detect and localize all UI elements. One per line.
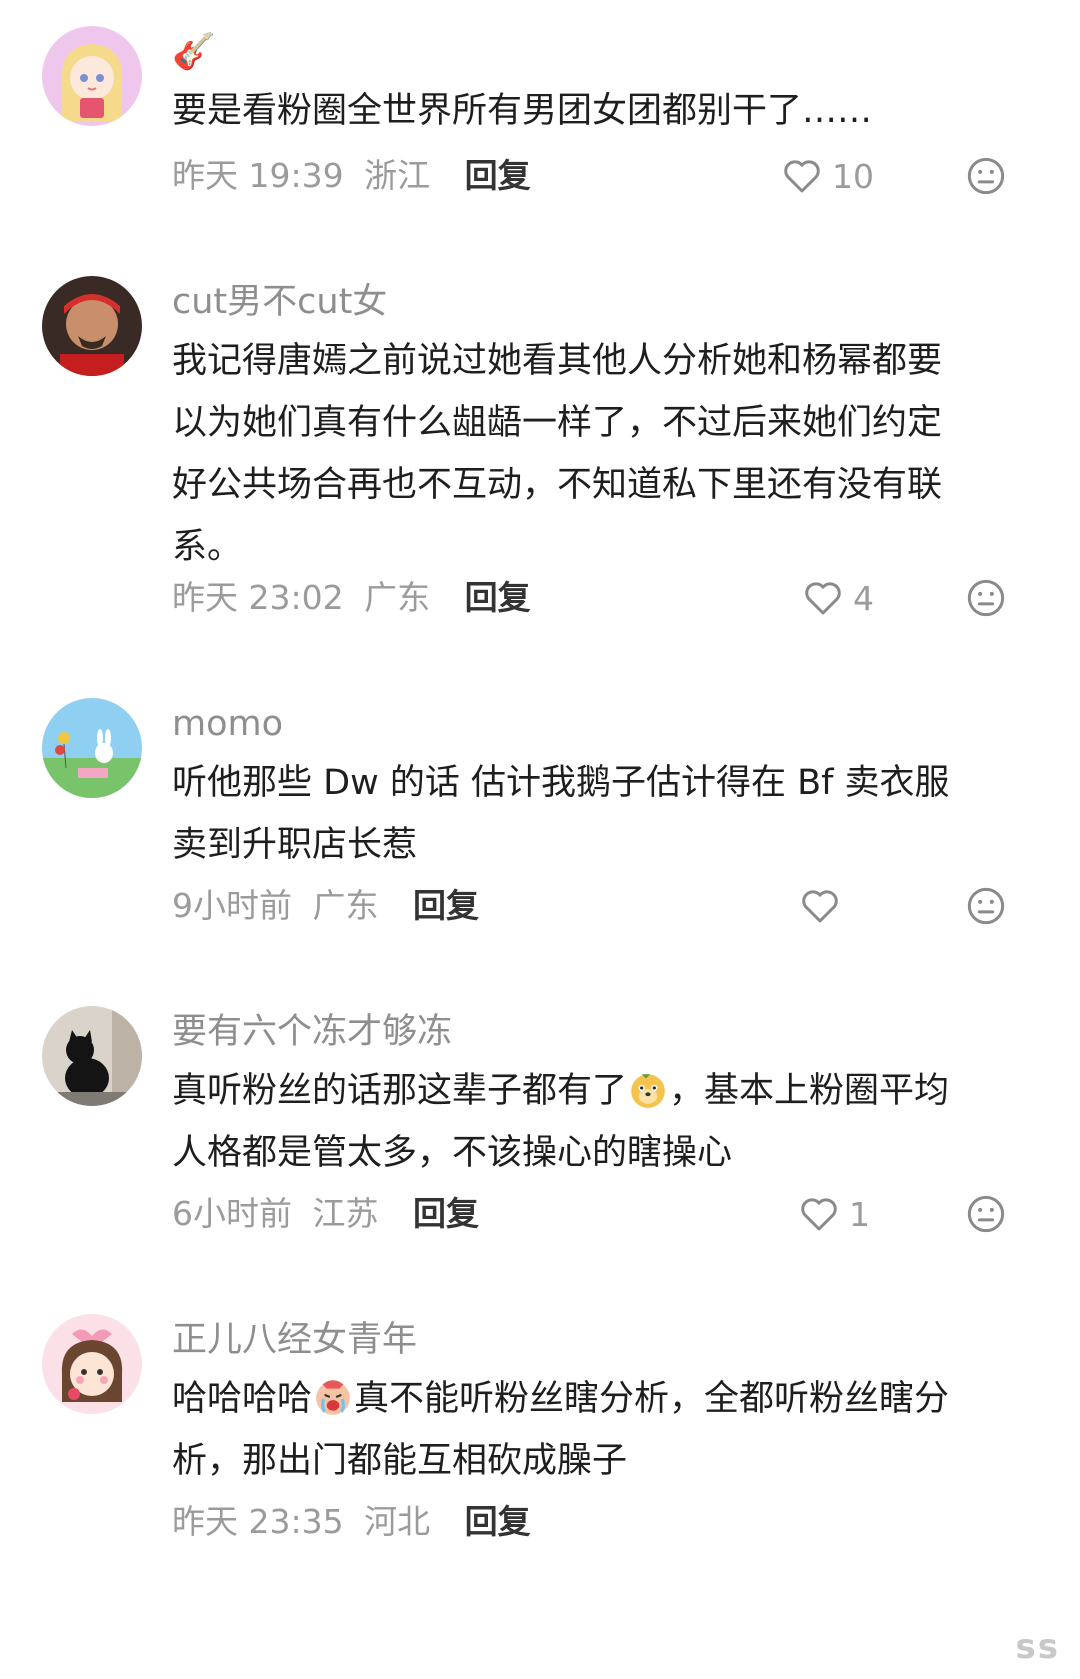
comment-line: 哈哈哈哈 真不能听粉丝瞎分析，全都听粉丝瞎分 <box>172 1368 1042 1430</box>
comment-line: 好公共场合再也不互动，不知道私下里还有没有联 <box>172 465 943 505</box>
comment-text: 真听粉丝的话那这辈子都有了 ，基本上粉圈平均 人格都是管太多，不该操心的瞎操心 <box>172 1060 1042 1184</box>
location: 广东 <box>312 886 379 925</box>
reply-button[interactable]: 回复 <box>413 1194 479 1233</box>
dislike-button[interactable] <box>966 576 1010 620</box>
watermark: ss <box>1015 1627 1060 1667</box>
timestamp: 昨天 19:39 <box>172 156 344 195</box>
like-count: 10 <box>832 156 874 196</box>
comment-text-part: 哈哈哈哈 <box>172 1379 313 1419</box>
comment-line: 以为她们真有什么龃龉一样了，不过后来她们约定 <box>172 403 943 443</box>
comment-text: 听他那些 Dw 的话 估计我鹅子估计得在 Bf 卖衣服 卖到升职店长惹 <box>172 752 1042 876</box>
location: 河北 <box>364 1502 431 1541</box>
comment-line: 人格都是管太多，不该操心的瞎操心 <box>172 1133 733 1173</box>
comment-text-part: 真听粉丝的话那这辈子都有了 <box>172 1071 628 1111</box>
location: 广东 <box>364 578 431 617</box>
like-count: 1 <box>849 1194 870 1234</box>
like-button[interactable]: 1 <box>799 1192 870 1236</box>
comment-line: 听他那些 Dw 的话 估计我鹅子估计得在 Bf 卖衣服 <box>172 763 950 803</box>
like-button[interactable]: 10 <box>782 154 874 198</box>
username[interactable]: cut男不cut女 <box>172 280 387 324</box>
avatar[interactable] <box>42 26 142 126</box>
avatar[interactable] <box>42 276 142 376</box>
heart-outline-icon <box>802 890 838 923</box>
doge-face-emoji-icon <box>631 1074 665 1108</box>
comment-meta: 昨天 19:39 浙江 回复 <box>172 154 1080 198</box>
timestamp: 昨天 23:35 <box>172 1502 344 1541</box>
timestamp: 9小时前 <box>172 886 292 925</box>
comment-line: 卖到升职店长惹 <box>172 825 418 865</box>
username[interactable]: 🎸 <box>172 30 216 74</box>
location: 江苏 <box>312 1194 379 1233</box>
comment-text-part: ，基本上粉圈平均 <box>669 1071 950 1111</box>
comment-text: 要是看粉圈全世界所有男团女团都别干了…… <box>172 80 1042 142</box>
meh-face-icon <box>967 157 1005 195</box>
comment-meta: 6小时前 江苏 回复 <box>172 1192 1080 1236</box>
avatar[interactable] <box>42 1006 142 1106</box>
timestamp: 昨天 23:02 <box>172 578 344 617</box>
crying-face-emoji-icon <box>316 1380 350 1415</box>
comment-text: 我记得唐嫣之前说过她看其他人分析她和杨幂都要 以为她们真有什么龃龉一样了，不过后… <box>172 330 1042 578</box>
reply-button[interactable]: 回复 <box>413 886 479 925</box>
comment-meta: 9小时前 广东 回复 <box>172 884 1080 928</box>
meh-face-icon <box>967 579 1005 617</box>
meh-face-icon <box>967 1195 1005 1233</box>
dislike-button[interactable] <box>966 154 1010 198</box>
comment-meta: 昨天 23:35 河北 回复 <box>172 1500 1080 1544</box>
comment-line: 真听粉丝的话那这辈子都有了 ，基本上粉圈平均 <box>172 1060 1042 1122</box>
comment-line: 析，那出门都能互相砍成臊子 <box>172 1441 628 1481</box>
avatar[interactable] <box>42 698 142 798</box>
heart-outline-icon <box>805 582 841 615</box>
comment-line: 要是看粉圈全世界所有男团女团都别干了…… <box>172 91 873 131</box>
comment-line: 我记得唐嫣之前说过她看其他人分析她和杨幂都要 <box>172 341 943 381</box>
username[interactable]: 正儿八经女青年 <box>172 1318 417 1362</box>
dislike-button[interactable] <box>966 1192 1010 1236</box>
reply-button[interactable]: 回复 <box>465 156 531 195</box>
timestamp: 6小时前 <box>172 1194 292 1233</box>
heart-outline-icon <box>801 1198 837 1231</box>
comment-text-part: 真不能听粉丝瞎分析，全都听粉丝瞎分 <box>354 1379 950 1419</box>
like-button[interactable]: 4 <box>803 576 874 620</box>
avatar[interactable] <box>42 1314 142 1414</box>
username[interactable]: momo <box>172 702 283 746</box>
comment-meta: 昨天 23:02 广东 回复 <box>172 576 1080 620</box>
comment-text: 哈哈哈哈 真不能听粉丝瞎分析，全都听粉丝瞎分 析，那出门都能互相砍成臊子 <box>172 1368 1042 1492</box>
like-button[interactable] <box>800 884 850 928</box>
like-count: 4 <box>853 578 874 618</box>
heart-outline-icon <box>784 160 820 193</box>
location: 浙江 <box>364 156 431 195</box>
username[interactable]: 要有六个冻才够冻 <box>172 1010 452 1054</box>
dislike-button[interactable] <box>966 884 1010 928</box>
reply-button[interactable]: 回复 <box>465 578 531 617</box>
comment-line: 系。 <box>172 527 243 567</box>
meh-face-icon <box>967 887 1005 925</box>
reply-button[interactable]: 回复 <box>465 1502 531 1541</box>
